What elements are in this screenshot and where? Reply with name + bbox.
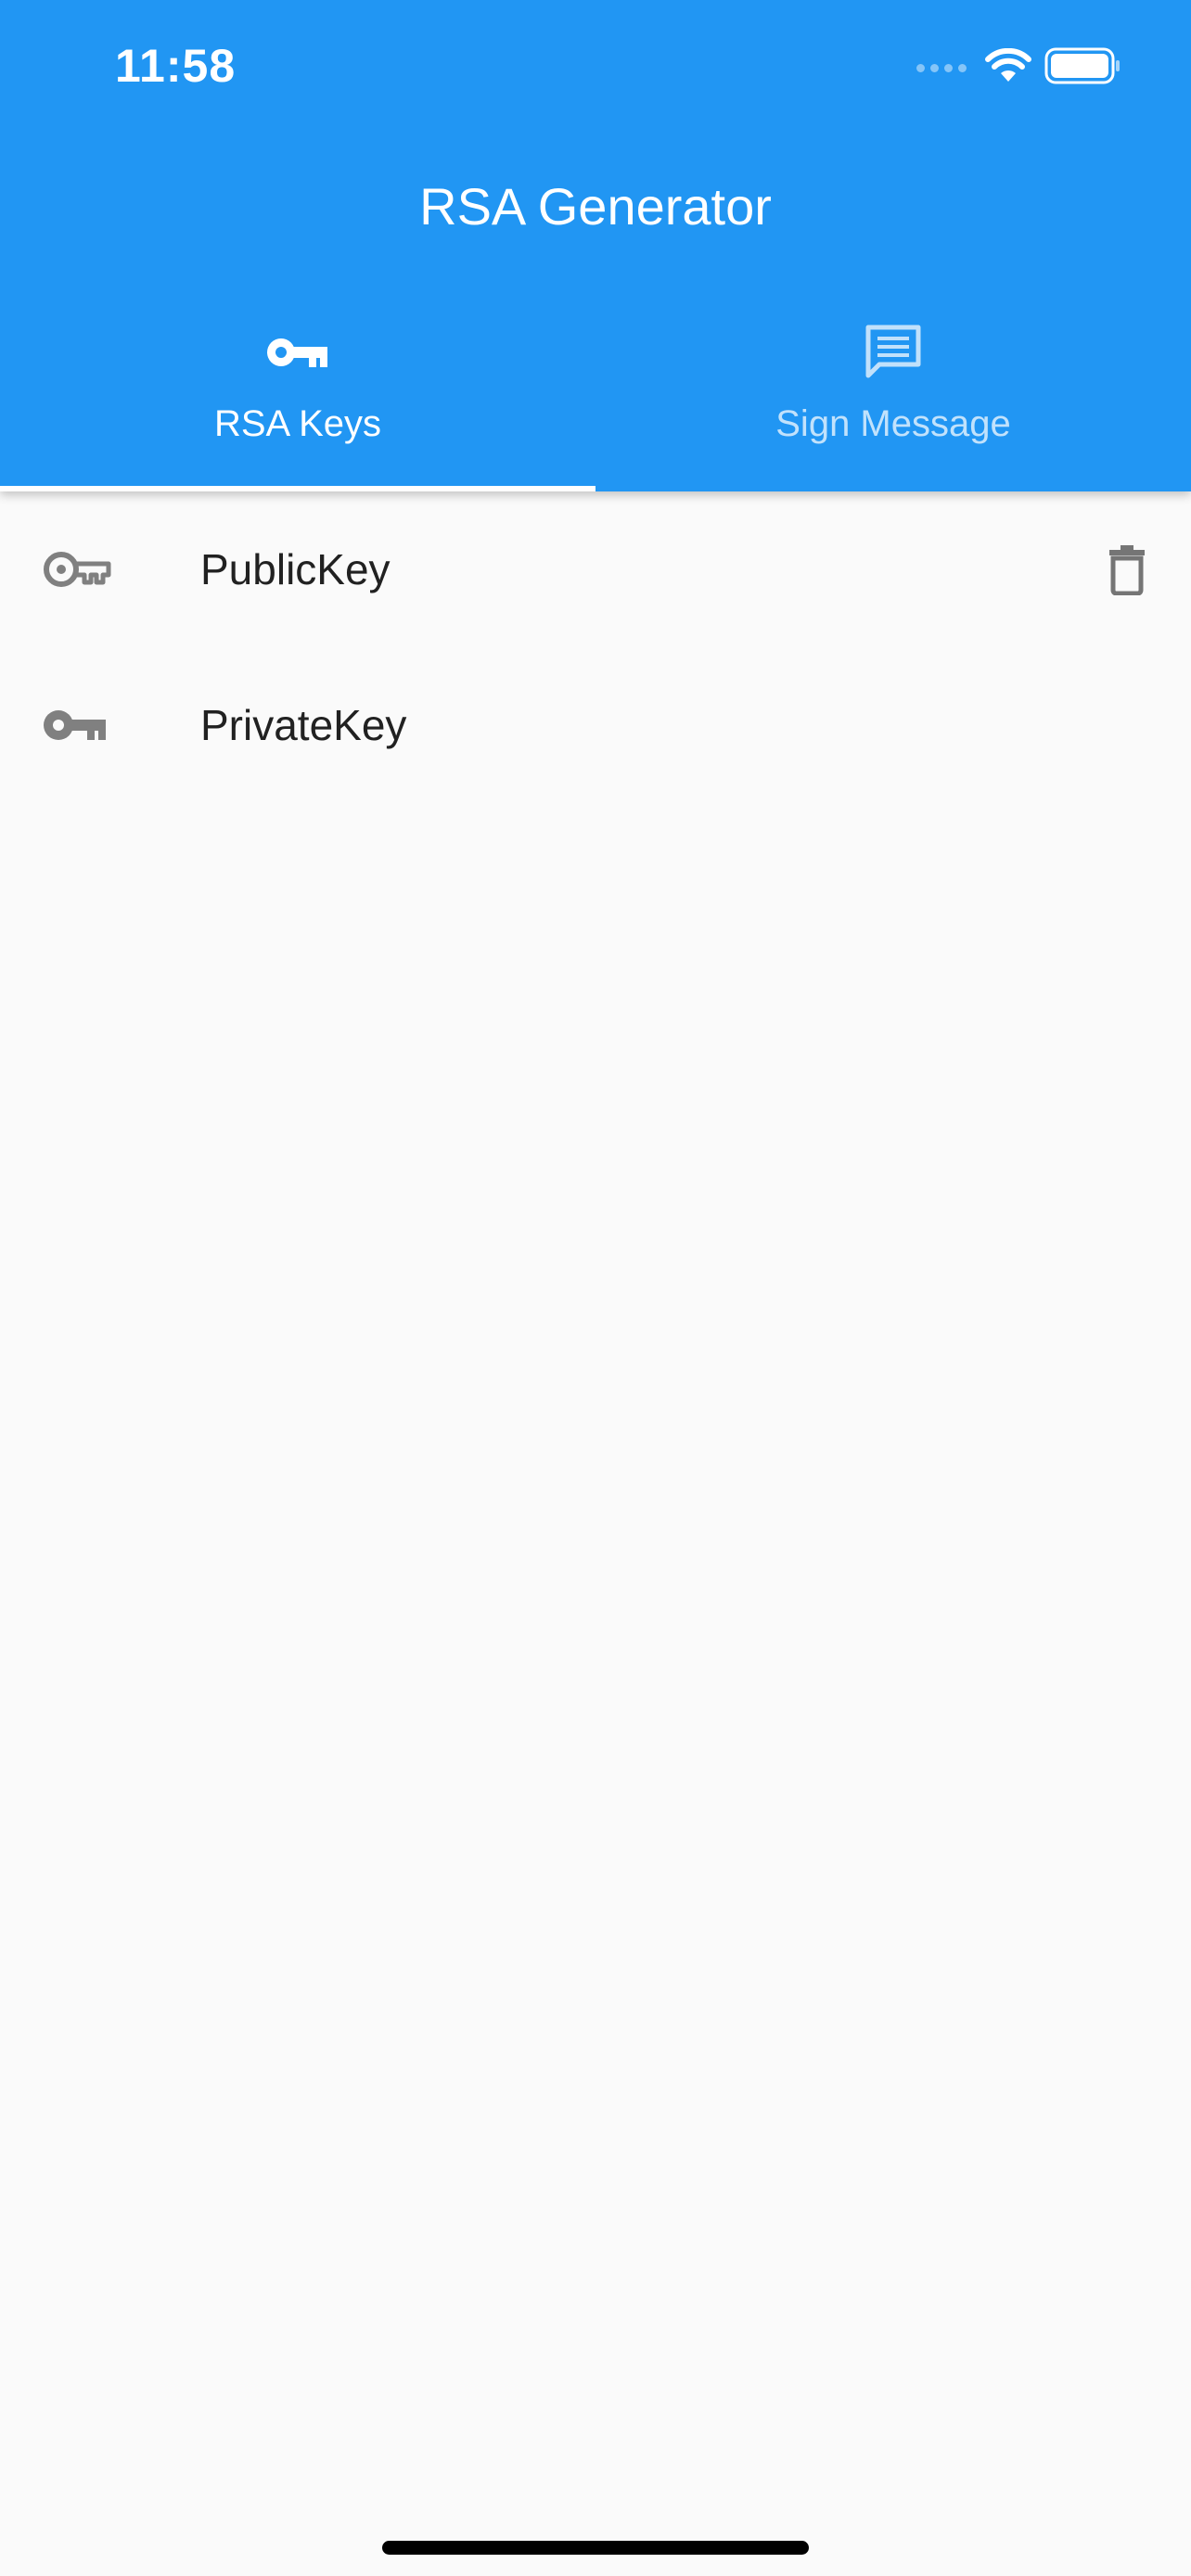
tab-label: Sign Message [775,403,1011,444]
delete-icon[interactable] [1106,542,1148,597]
key-label: PrivateKey [200,701,407,749]
tab-rsa-keys[interactable]: RSA Keys [0,306,596,491]
tab-bar: RSA Keys Sign Message [0,306,1191,491]
battery-icon [1044,46,1122,90]
message-icon [864,320,922,385]
key-filled-icon [43,702,113,748]
wifi-icon [985,47,1031,88]
tab-indicator [0,486,596,491]
tab-label: RSA Keys [213,403,382,444]
key-icon [266,320,329,385]
cellular-signal-icon [916,63,967,72]
list-item-public-key[interactable]: PublicKey [0,491,1191,647]
home-indicator[interactable] [382,2541,809,2555]
app-screen: 11:58 RSA Generator RSA Keys Sign Messag… [0,0,1191,2576]
app-bar: 11:58 RSA Generator RSA Keys Sign Messag… [0,0,1191,491]
keys-list: PublicKey PrivateKey [0,491,1191,803]
key-label: PublicKey [200,545,391,593]
page-title: RSA Generator [419,177,772,236]
key-outline-icon [43,546,113,593]
status-icons [916,46,1122,89]
status-time: 11:58 [115,40,237,92]
list-item-private-key[interactable]: PrivateKey [0,647,1191,803]
tab-sign-message[interactable]: Sign Message [596,306,1191,491]
